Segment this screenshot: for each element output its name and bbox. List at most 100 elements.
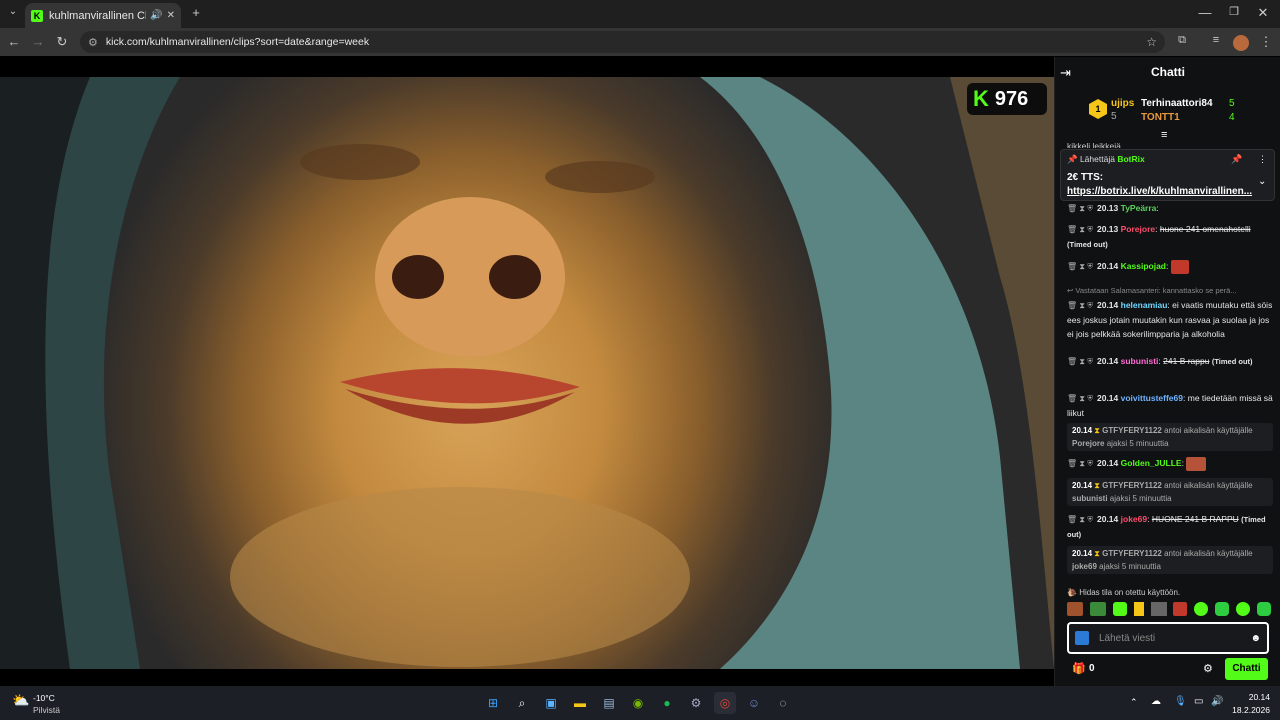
emote-button[interactable] bbox=[1236, 602, 1250, 616]
maximize-icon[interactable]: ❐ bbox=[1224, 5, 1244, 18]
system-timeout-message: 20.14 ⧗ GTFYFERY1122 antoi aikalisän käy… bbox=[1067, 423, 1273, 451]
chat-input[interactable]: Lähetä viesti ☻ bbox=[1067, 622, 1269, 654]
emote-button[interactable] bbox=[1215, 602, 1230, 616]
pinned-line-1: 2€ TTS: bbox=[1067, 172, 1104, 183]
app-icon[interactable]: ◌ bbox=[772, 692, 794, 714]
target-user[interactable]: subunisti bbox=[1072, 494, 1108, 503]
message-user[interactable]: helenamiau bbox=[1121, 300, 1168, 310]
extensions-icon[interactable]: ⧉ bbox=[1172, 34, 1192, 47]
forward-icon[interactable]: → bbox=[28, 34, 48, 49]
pinned-message[interactable]: 📌 Lähettäjä BotRix 📌 ⋮ 2€ TTS: https://b… bbox=[1060, 149, 1275, 201]
tab-search-icon[interactable]: ⌄ bbox=[3, 6, 23, 17]
file-explorer-icon[interactable]: ▬ bbox=[569, 692, 591, 714]
speaker-icon[interactable]: 🔊 bbox=[150, 10, 162, 21]
pinned-by-user[interactable]: BotRix bbox=[1117, 154, 1144, 164]
emoji-picker-icon[interactable]: ☻ bbox=[1250, 633, 1261, 644]
weather-icon[interactable]: ⛅ bbox=[12, 692, 29, 709]
reply-reference[interactable]: ↩ Vastataan Salamasanteri: kannattasko s… bbox=[1067, 284, 1273, 298]
target-user[interactable]: joke69 bbox=[1072, 562, 1097, 571]
browser-menu-icon[interactable]: ⋮ bbox=[1256, 34, 1276, 50]
mod-actions-icon[interactable]: 🗑 ⧗ ⛨ bbox=[1067, 262, 1093, 271]
pinned-expand-icon[interactable]: ⌄ bbox=[1258, 176, 1266, 187]
message-user[interactable]: Porejore bbox=[1121, 224, 1156, 234]
message-user[interactable]: joke69 bbox=[1121, 514, 1147, 524]
windows-start-icon[interactable]: ⊞ bbox=[482, 692, 504, 714]
duration-text: ajaksi 5 minuuttia bbox=[1099, 562, 1161, 571]
site-info-icon[interactable]: ⚙ bbox=[88, 36, 98, 49]
emote-button[interactable] bbox=[1133, 602, 1144, 616]
tab-close-icon[interactable]: ✕ bbox=[167, 10, 175, 21]
leader-1-name[interactable]: ujips bbox=[1111, 98, 1134, 109]
microphone-icon[interactable]: 🎙 bbox=[1174, 696, 1187, 707]
message-user[interactable]: Kassipojad bbox=[1121, 261, 1166, 271]
mod-actions-icon[interactable]: 🗑 ⧗ ⛨ bbox=[1067, 204, 1093, 213]
message-user[interactable]: voivittusteffe69 bbox=[1121, 393, 1183, 403]
moderator-user[interactable]: GTFYFERY1122 bbox=[1102, 549, 1162, 558]
message-user[interactable]: Golden_JULLE bbox=[1121, 458, 1182, 468]
window-close-icon[interactable]: ✕ bbox=[1253, 5, 1273, 21]
hourglass-icon: ⧗ bbox=[1094, 549, 1100, 558]
emote-button[interactable] bbox=[1089, 602, 1106, 616]
weather-temp[interactable]: -10°C bbox=[33, 693, 55, 703]
send-chat-button[interactable]: Chatti bbox=[1225, 658, 1268, 680]
emote-button[interactable] bbox=[1067, 602, 1083, 616]
app-icon[interactable]: ▤ bbox=[598, 692, 620, 714]
pinned-menu-icon[interactable]: ⋮ bbox=[1258, 154, 1267, 165]
onedrive-icon[interactable]: ☁ bbox=[1151, 696, 1161, 707]
gift-icon[interactable]: 🎁 bbox=[1072, 662, 1086, 675]
emote-button[interactable] bbox=[1173, 602, 1188, 616]
emote-button[interactable] bbox=[1256, 602, 1271, 616]
discord-icon[interactable]: ☺ bbox=[743, 692, 765, 714]
minimize-icon[interactable]: — bbox=[1195, 5, 1215, 20]
profile-avatar[interactable] bbox=[1233, 35, 1249, 51]
system-text: antoi aikalisän käyttäjälle bbox=[1164, 426, 1253, 435]
pin-icon[interactable]: 📌 bbox=[1231, 154, 1242, 165]
search-icon[interactable]: ⌕ bbox=[511, 692, 533, 714]
mod-actions-icon[interactable]: 🗑 ⧗ ⛨ bbox=[1067, 225, 1093, 234]
emote-button[interactable] bbox=[1194, 602, 1209, 616]
weather-desc[interactable]: Pilvistä bbox=[33, 705, 60, 715]
video-frame bbox=[0, 77, 1054, 669]
new-tab-icon[interactable]: + bbox=[186, 5, 206, 20]
moderator-user[interactable]: GTFYFERY1122 bbox=[1102, 426, 1162, 435]
emote-button[interactable] bbox=[1112, 602, 1127, 616]
address-bar[interactable]: ⚙ kick.com/kuhlmanvirallinen/clips?sort=… bbox=[80, 31, 1165, 53]
reload-icon[interactable]: ↻ bbox=[52, 34, 72, 50]
mod-actions-icon[interactable]: 🗑 ⧗ ⛨ bbox=[1067, 515, 1093, 524]
system-timeout-message: 20.14 ⧗ GTFYFERY1122 antoi aikalisän käy… bbox=[1067, 478, 1273, 506]
photos-icon[interactable]: ▣ bbox=[540, 692, 562, 714]
target-user[interactable]: Porejore bbox=[1072, 439, 1104, 448]
tray-overflow-icon[interactable]: ⌃ bbox=[1130, 697, 1138, 708]
clock-time[interactable]: 20.14 bbox=[1228, 692, 1270, 702]
back-icon[interactable]: ← bbox=[4, 34, 24, 49]
video-player[interactable]: K 976 bbox=[0, 57, 1054, 686]
mod-actions-icon[interactable]: 🗑 ⧗ ⛨ bbox=[1067, 357, 1093, 366]
chat-message: ↩ Vastataan Salamasanteri: kannattasko s… bbox=[1067, 284, 1273, 339]
message-time: 20.13 bbox=[1096, 203, 1119, 213]
emote-button[interactable] bbox=[1150, 602, 1167, 616]
message-user[interactable]: subunisti bbox=[1121, 356, 1159, 366]
botrix-extension-icon[interactable] bbox=[1075, 631, 1089, 645]
chrome-icon[interactable]: ◎ bbox=[714, 692, 736, 714]
message-user[interactable]: TyPeärra bbox=[1121, 203, 1157, 213]
spotify-icon[interactable]: ● bbox=[656, 692, 678, 714]
leaderboard-expand-icon[interactable]: ≡ bbox=[1161, 129, 1167, 141]
chat-settings-icon[interactable]: ⚙ bbox=[1203, 662, 1213, 675]
pinned-link[interactable]: https://botrix.live/k/kuhlmanvirallinen.… bbox=[1067, 186, 1252, 197]
media-control-icon[interactable]: ≡ bbox=[1206, 34, 1226, 46]
system-timeout-message: 20.14 ⧗ GTFYFERY1122 antoi aikalisän käy… bbox=[1067, 546, 1273, 574]
nvidia-icon[interactable]: ◉ bbox=[627, 692, 649, 714]
browser-tab[interactable]: K kuhlmanvirallinen Clips - W 🔊 ✕ bbox=[25, 3, 181, 28]
kick-logo-icon: K bbox=[973, 86, 989, 111]
clock-date[interactable]: 18.2.2026 bbox=[1222, 705, 1270, 715]
moderator-user[interactable]: GTFYFERY1122 bbox=[1102, 481, 1162, 490]
steam-icon[interactable]: ⚙ bbox=[685, 692, 707, 714]
mod-actions-icon[interactable]: 🗑 ⧗ ⛨ bbox=[1067, 459, 1093, 468]
leader-2-name[interactable]: Terhinaattori84 bbox=[1141, 98, 1213, 109]
network-icon[interactable]: ▭ bbox=[1194, 696, 1203, 707]
duration-text: ajaksi 5 minuuttia bbox=[1109, 494, 1172, 503]
leader-3-name[interactable]: TONTT1 bbox=[1141, 112, 1180, 123]
bookmark-star-icon[interactable]: ☆ bbox=[1146, 35, 1157, 49]
mod-actions-icon[interactable]: 🗑 ⧗ ⛨ bbox=[1067, 394, 1093, 403]
mod-actions-icon[interactable]: 🗑 ⧗ ⛨ bbox=[1067, 301, 1093, 310]
